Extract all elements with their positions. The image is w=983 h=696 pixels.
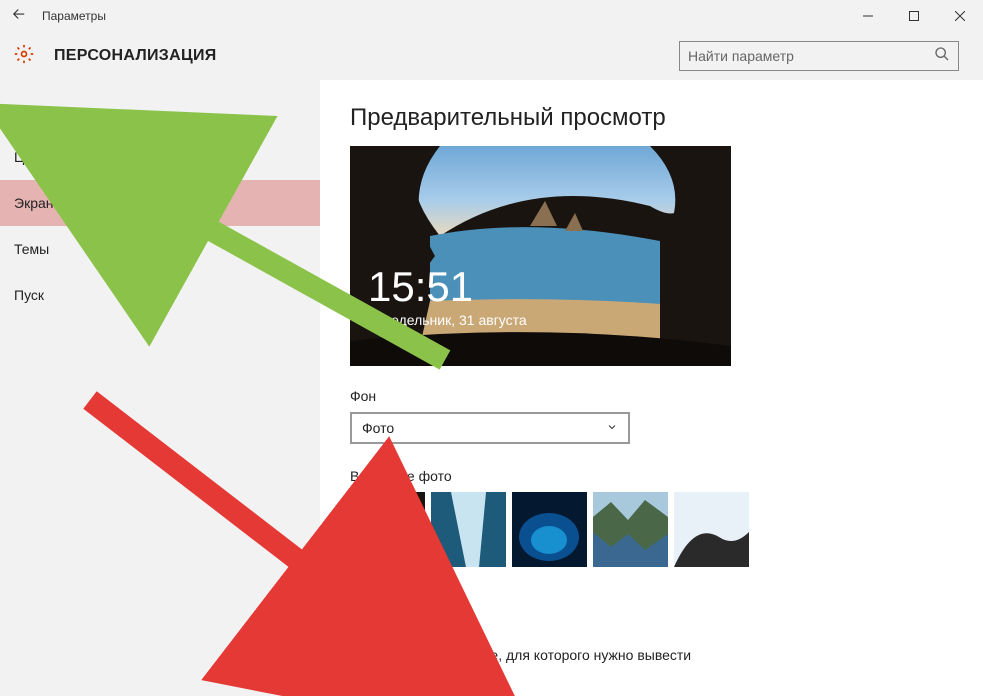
dropdown-value: Фото [362,420,394,436]
sidebar-item-label: Темы [14,241,49,257]
sidebar-item-lockscreen[interactable]: Экран блокировки [0,180,320,226]
photo-thumb-2[interactable] [431,492,506,567]
sidebar-item-label: Пуск [14,287,44,303]
preview-title: Предварительный просмотр [350,104,953,132]
maximize-button[interactable] [891,0,937,32]
browse-button[interactable]: Обзор [355,586,425,612]
background-label: Фон [350,388,953,404]
sidebar-item-colors[interactable]: Цвета [0,134,320,180]
sidebar-item-themes[interactable]: Темы [0,226,320,272]
close-button[interactable] [937,0,983,32]
chevron-down-icon [606,420,618,436]
search-input[interactable] [688,48,934,64]
window-title: Параметры [42,9,106,23]
sidebar-item-start[interactable]: Пуск [0,272,320,318]
minimize-button[interactable] [845,0,891,32]
photo-thumbnails [350,492,953,567]
page-category-title: ПЕРСОНАЛИЗАЦИЯ [54,47,217,65]
titlebar: Параметры [0,0,983,32]
sidebar-item-label: Экран блокировки [14,195,132,211]
sidebar-item-background[interactable]: Фон [0,88,320,134]
photo-thumb-4[interactable] [593,492,668,567]
sidebar: Фон Цвета Экран блокировки Темы Пуск [0,80,320,696]
search-icon [934,46,950,67]
sidebar-item-label: Фон [14,103,40,119]
photo-thumb-3[interactable] [512,492,587,567]
photo-thumb-5[interactable] [674,492,749,567]
choose-photo-label: Выберите фото [350,468,953,484]
preview-time: 15:51 [368,266,527,308]
gear-icon [14,44,34,69]
lockscreen-preview: 15:51 понедельник, 31 августа [350,146,731,366]
content-pane: Предварительный просмотр 15:51 [320,80,983,696]
header: ПЕРСОНАЛИЗАЦИЯ [0,32,983,80]
photo-thumb-1[interactable] [350,492,425,567]
back-button[interactable] [10,5,28,28]
choose-app-label: Выберите приложение, для которого нужно … [350,647,953,663]
background-dropdown[interactable]: Фото [350,412,630,444]
preview-date: понедельник, 31 августа [368,312,527,328]
sidebar-item-label: Цвета [14,149,53,165]
browse-button-highlight: Обзор [350,581,430,617]
search-box[interactable] [679,41,959,71]
